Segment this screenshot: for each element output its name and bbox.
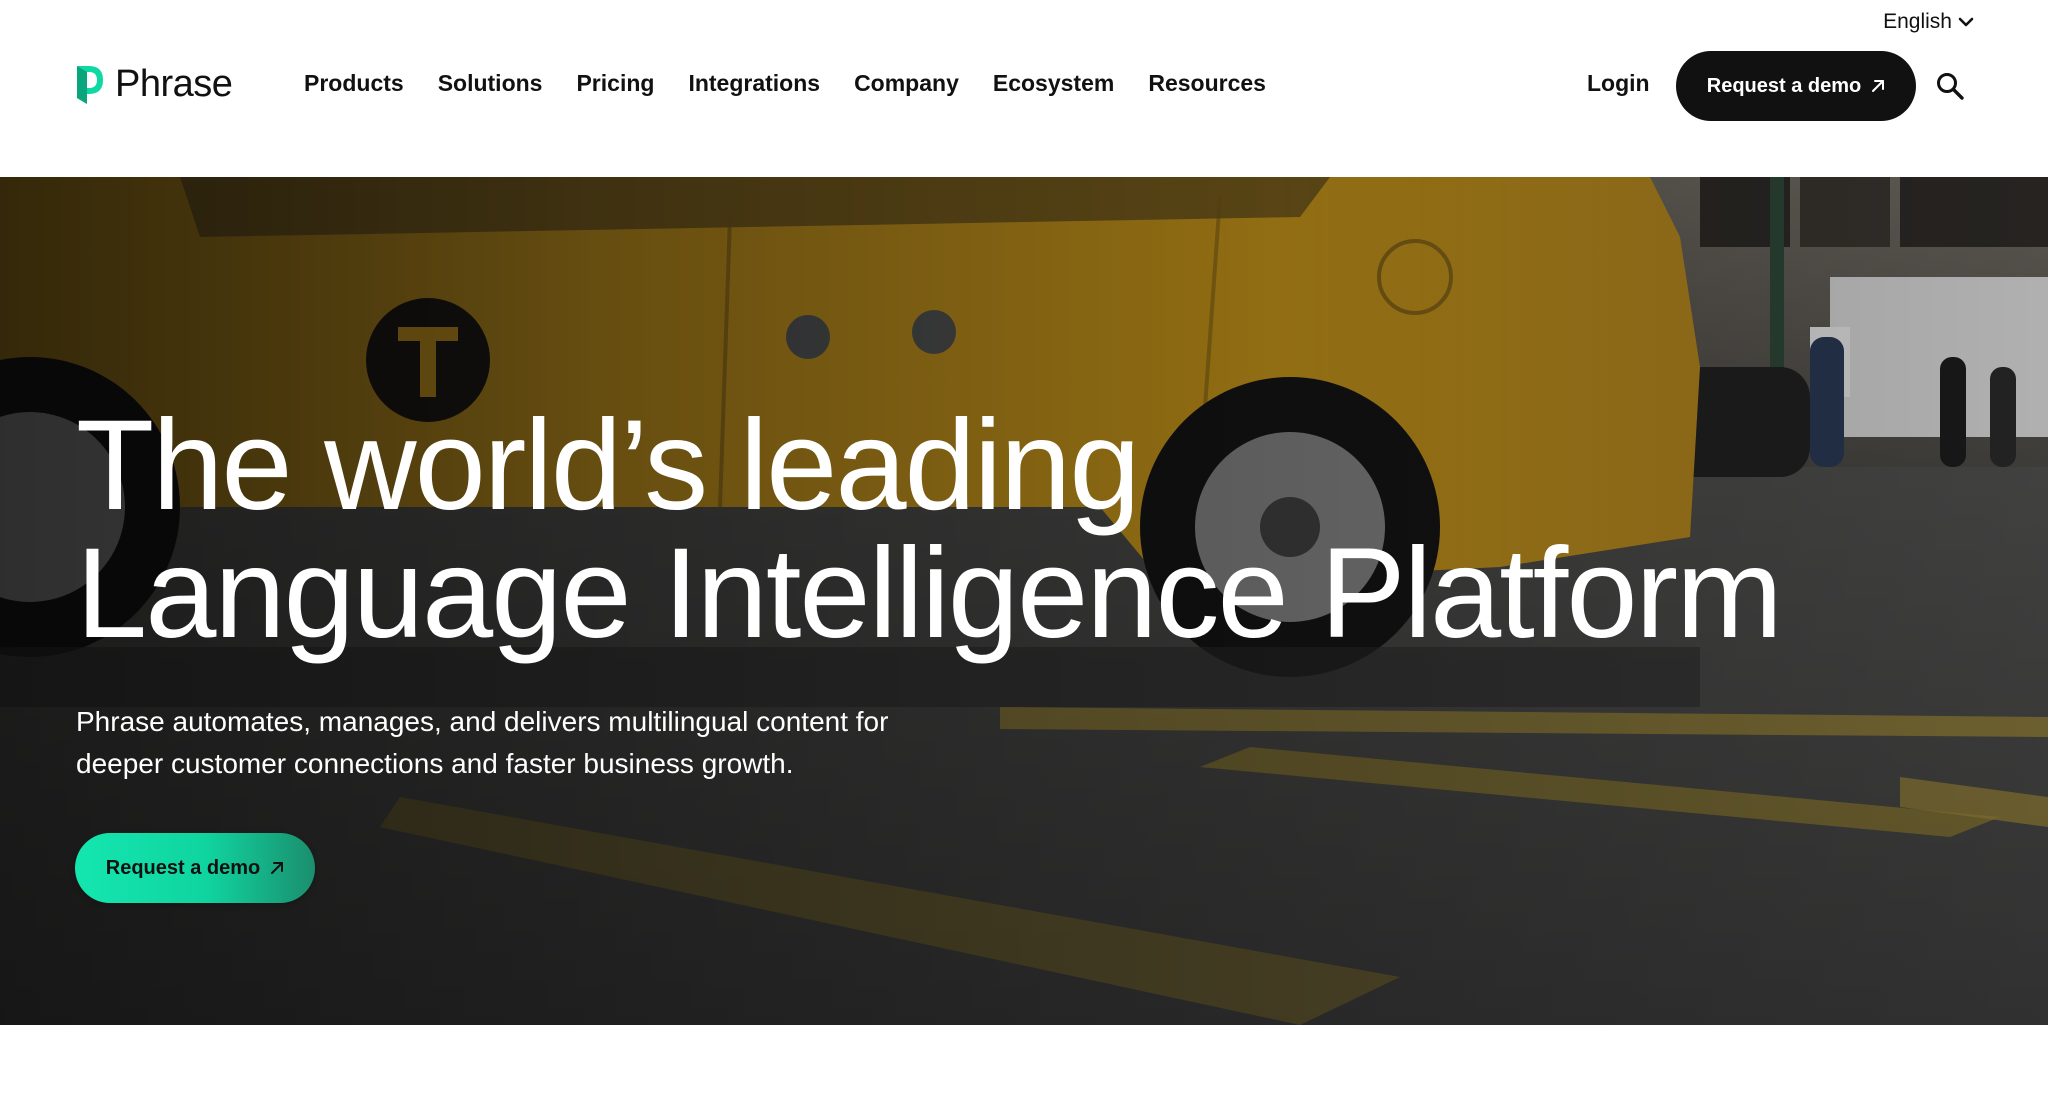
hero-section: The world’s leading Language Intelligenc… xyxy=(0,177,2048,1025)
main-nav: Products Solutions Pricing Integrations … xyxy=(304,70,1266,97)
language-selector[interactable]: English xyxy=(1883,10,1974,34)
request-demo-button[interactable]: Request a demo xyxy=(1676,51,1916,121)
nav-item-integrations[interactable]: Integrations xyxy=(688,70,820,97)
nav-item-ecosystem[interactable]: Ecosystem xyxy=(993,70,1114,97)
language-label: English xyxy=(1883,10,1952,33)
arrow-up-right-icon xyxy=(271,862,284,874)
arrow-up-right-icon xyxy=(1872,80,1885,92)
hero-subtitle: Phrase automates, manages, and delivers … xyxy=(76,701,1036,785)
nav-item-products[interactable]: Products xyxy=(304,70,404,97)
nav-item-solutions[interactable]: Solutions xyxy=(438,70,543,97)
nav-item-resources[interactable]: Resources xyxy=(1148,70,1266,97)
logo-wordmark: Phrase xyxy=(115,63,233,105)
request-demo-label: Request a demo xyxy=(1706,74,1862,97)
hero-request-demo-label: Request a demo xyxy=(105,856,261,879)
search-icon[interactable] xyxy=(1935,71,1965,101)
hero-title-line-1: The world’s leading xyxy=(76,394,1140,537)
login-link[interactable]: Login xyxy=(1587,70,1650,97)
hero-title: The world’s leading Language Intelligenc… xyxy=(76,394,1783,665)
site-header: English Phrase Products Solutions Pricin… xyxy=(0,0,2048,177)
hero-subtitle-line-2: deeper customer connections and faster b… xyxy=(76,748,794,779)
nav-item-company[interactable]: Company xyxy=(854,70,959,97)
chevron-down-icon xyxy=(1958,17,1974,27)
phrase-logo-icon xyxy=(77,65,103,104)
hero-title-line-2: Language Intelligence Platform xyxy=(76,522,1783,665)
hero-subtitle-line-1: Phrase automates, manages, and delivers … xyxy=(76,706,889,737)
nav-item-pricing[interactable]: Pricing xyxy=(576,70,654,97)
phrase-logo[interactable]: Phrase xyxy=(75,63,233,106)
hero-request-demo-button[interactable]: Request a demo xyxy=(75,833,315,903)
